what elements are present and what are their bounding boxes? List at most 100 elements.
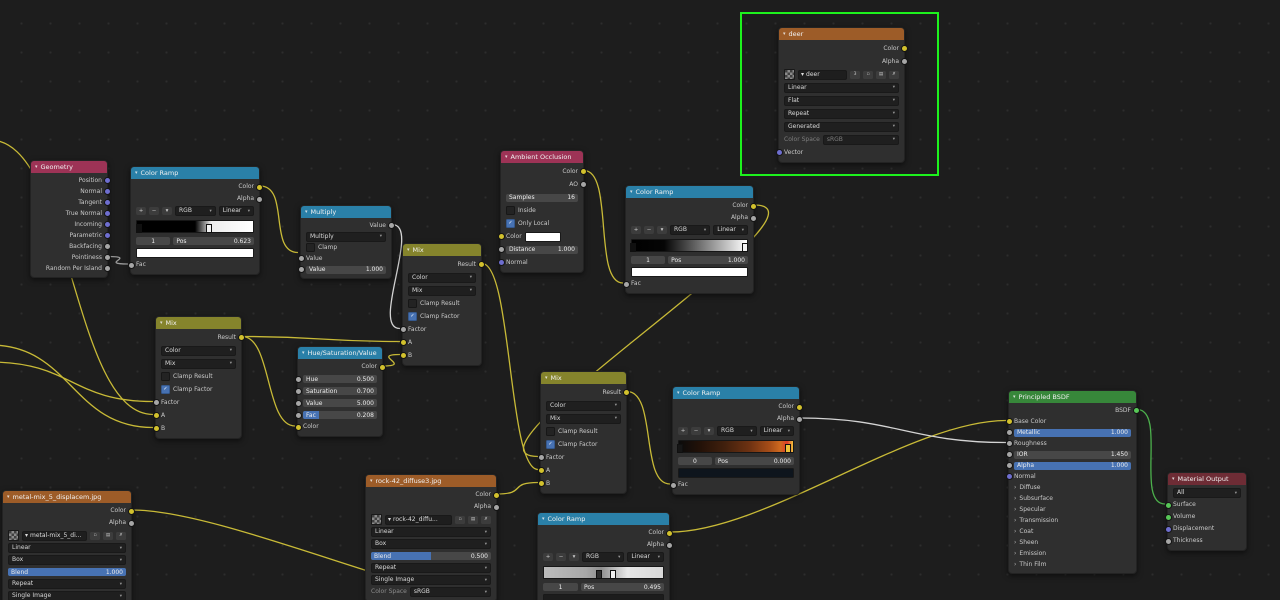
value-socket[interactable] xyxy=(387,222,395,229)
node-header[interactable]: ▾ Ambient Occlusion xyxy=(501,151,583,163)
value-socket[interactable] xyxy=(1005,451,1013,458)
value-socket[interactable] xyxy=(537,454,545,461)
gradient-handle[interactable] xyxy=(610,569,617,579)
new-image-button[interactable]: ▤ xyxy=(468,515,478,524)
slider-field[interactable]: Metallic 1.000 xyxy=(1014,428,1131,437)
color-swatch[interactable] xyxy=(524,231,562,242)
value-socket[interactable] xyxy=(1005,440,1013,447)
dropdown[interactable]: Single Image ▾ xyxy=(371,575,491,585)
remove-stop-button[interactable]: − xyxy=(149,207,159,215)
remove-stop-button[interactable]: − xyxy=(691,427,701,435)
slider-field[interactable]: Blend 1.000 xyxy=(8,568,126,576)
interpolation-dropdown[interactable]: Linear ▾ xyxy=(759,426,794,436)
value-socket[interactable] xyxy=(294,375,302,383)
gradient-handle[interactable] xyxy=(677,443,684,453)
color-socket[interactable] xyxy=(579,168,587,175)
value-socket[interactable] xyxy=(103,243,111,250)
gradient-bar[interactable] xyxy=(543,565,664,579)
gradient-handle[interactable] xyxy=(785,443,792,453)
panel-subsurface[interactable]: › Subsurface xyxy=(1009,493,1136,504)
interpolation-dropdown[interactable]: Linear ▾ xyxy=(627,552,664,562)
value-socket[interactable] xyxy=(294,411,302,419)
dropdown[interactable]: sRGB ▾ xyxy=(409,587,491,597)
node-rock-diffuse[interactable]: ▾ rock-42_diffuse3.jpg Color Alpha ▾ rock-42_… xyxy=(365,474,500,600)
value-socket[interactable] xyxy=(665,541,673,549)
vector-socket[interactable] xyxy=(103,232,111,239)
value-socket[interactable] xyxy=(579,181,587,188)
collapse-chevron-icon[interactable]: ▾ xyxy=(677,390,680,396)
interpolation-dropdown[interactable]: Linear ▾ xyxy=(218,206,254,216)
vector-socket[interactable] xyxy=(497,259,505,266)
node-header[interactable]: ▾ metal-mix_5_displacem.jpg xyxy=(3,491,131,503)
shader-socket[interactable] xyxy=(1164,501,1172,509)
color-socket[interactable] xyxy=(399,339,407,346)
color-socket[interactable] xyxy=(127,507,135,515)
value-socket[interactable] xyxy=(497,246,505,253)
collapse-chevron-icon[interactable]: ▾ xyxy=(160,320,163,326)
stop-index-field[interactable]: 1 xyxy=(631,256,666,264)
collapse-chevron-icon[interactable]: ▾ xyxy=(370,478,373,484)
stop-index-field[interactable]: 1 xyxy=(136,237,171,245)
dropdown[interactable]: Repeat ▾ xyxy=(371,563,491,573)
node-mix-3[interactable]: ▾ Mix Result Color ▾ Mix ▾ Clamp Result ✓ Clamp F… xyxy=(537,371,630,494)
value-socket[interactable] xyxy=(103,265,111,272)
value-socket[interactable] xyxy=(749,214,757,222)
color-socket[interactable] xyxy=(378,363,386,371)
number-field[interactable]: Value 1.000 xyxy=(306,265,386,274)
value-socket[interactable] xyxy=(127,519,135,527)
image-name-field[interactable]: ▾ metal-mix_5_di... xyxy=(22,530,87,541)
dropdown[interactable]: Mix ▾ xyxy=(408,285,476,296)
node-material-output[interactable]: ▾ Material Output All ▾ Surface Volume Displac… xyxy=(1164,472,1247,551)
position-field[interactable]: Pos 0.623 xyxy=(173,237,254,245)
ramp-options-button[interactable]: ▾ xyxy=(657,226,667,234)
value-socket[interactable] xyxy=(900,58,908,65)
vector-socket[interactable] xyxy=(775,149,783,156)
color-socket[interactable] xyxy=(492,491,500,499)
shader-node-editor-canvas[interactable]: ▾ Geometry Position Normal Tangent True Norma… xyxy=(0,0,1280,600)
node-header[interactable]: ▾ Principled BSDF xyxy=(1009,391,1136,403)
new-image-button[interactable]: ▤ xyxy=(876,70,886,79)
gradient-handle[interactable] xyxy=(136,223,143,233)
node-color-ramp-2[interactable]: ▾ Color Ramp Color Alpha + − ▾ RGB ▾ Linear ▾ 1 Pos 1… xyxy=(622,185,757,294)
collapse-chevron-icon[interactable]: ▾ xyxy=(545,375,548,381)
checkbox[interactable] xyxy=(161,372,170,381)
value-socket[interactable] xyxy=(795,415,803,423)
node-header[interactable]: ▾ Geometry xyxy=(31,161,107,173)
node-header[interactable]: ▾ Color Ramp xyxy=(538,513,669,525)
panel-thin-film[interactable]: › Thin Film xyxy=(1009,559,1136,570)
color-mode-dropdown[interactable]: RGB ▾ xyxy=(175,206,216,216)
vector-socket[interactable] xyxy=(1005,473,1013,480)
value-socket[interactable] xyxy=(492,503,500,511)
color-socket[interactable] xyxy=(900,45,908,52)
node-mix-2[interactable]: ▾ Mix Result Color ▾ Mix ▾ Clamp Result ✓ Clamp F… xyxy=(152,316,245,439)
color-socket[interactable] xyxy=(1005,418,1013,425)
node-header[interactable]: ▾ Color Ramp xyxy=(673,387,799,399)
vector-socket[interactable] xyxy=(103,188,111,195)
color-socket[interactable] xyxy=(255,183,263,191)
number-field[interactable]: Samples 16 xyxy=(506,193,578,202)
slider-field[interactable]: Fac 0.208 xyxy=(303,411,377,419)
value-socket[interactable] xyxy=(669,481,677,489)
collapse-chevron-icon[interactable]: ▾ xyxy=(302,350,305,356)
dropdown[interactable]: sRGB ▾ xyxy=(822,134,899,145)
node-header[interactable]: ▾ Mix xyxy=(541,372,626,384)
add-stop-button[interactable]: + xyxy=(136,207,146,215)
color-mode-dropdown[interactable]: RGB ▾ xyxy=(670,225,711,235)
vector-socket[interactable] xyxy=(103,199,111,206)
color-socket[interactable] xyxy=(294,423,302,431)
fake-user-button[interactable]: ▫ xyxy=(455,515,465,524)
color-socket[interactable] xyxy=(537,480,545,487)
color-swatch[interactable] xyxy=(136,248,254,258)
collapse-chevron-icon[interactable]: ▾ xyxy=(407,247,410,253)
gradient-bar[interactable] xyxy=(136,219,254,233)
dropdown[interactable]: Box ▾ xyxy=(8,555,126,565)
node-header[interactable]: ▾ Mix xyxy=(156,317,241,329)
color-socket[interactable] xyxy=(537,467,545,474)
ramp-options-button[interactable]: ▾ xyxy=(704,427,714,435)
node-header[interactable]: ▾ deer xyxy=(779,28,904,40)
value-socket[interactable] xyxy=(1164,537,1172,545)
node-deer-image[interactable]: ▾ deer Color Alpha ▾ deer 3 ▫ ▤ ✗ Linear ▾ Flat ▾ Repe… xyxy=(775,27,908,163)
dropdown[interactable]: Color ▾ xyxy=(161,345,236,356)
collapse-chevron-icon[interactable]: ▾ xyxy=(305,209,308,215)
gradient-handle[interactable] xyxy=(595,569,602,579)
